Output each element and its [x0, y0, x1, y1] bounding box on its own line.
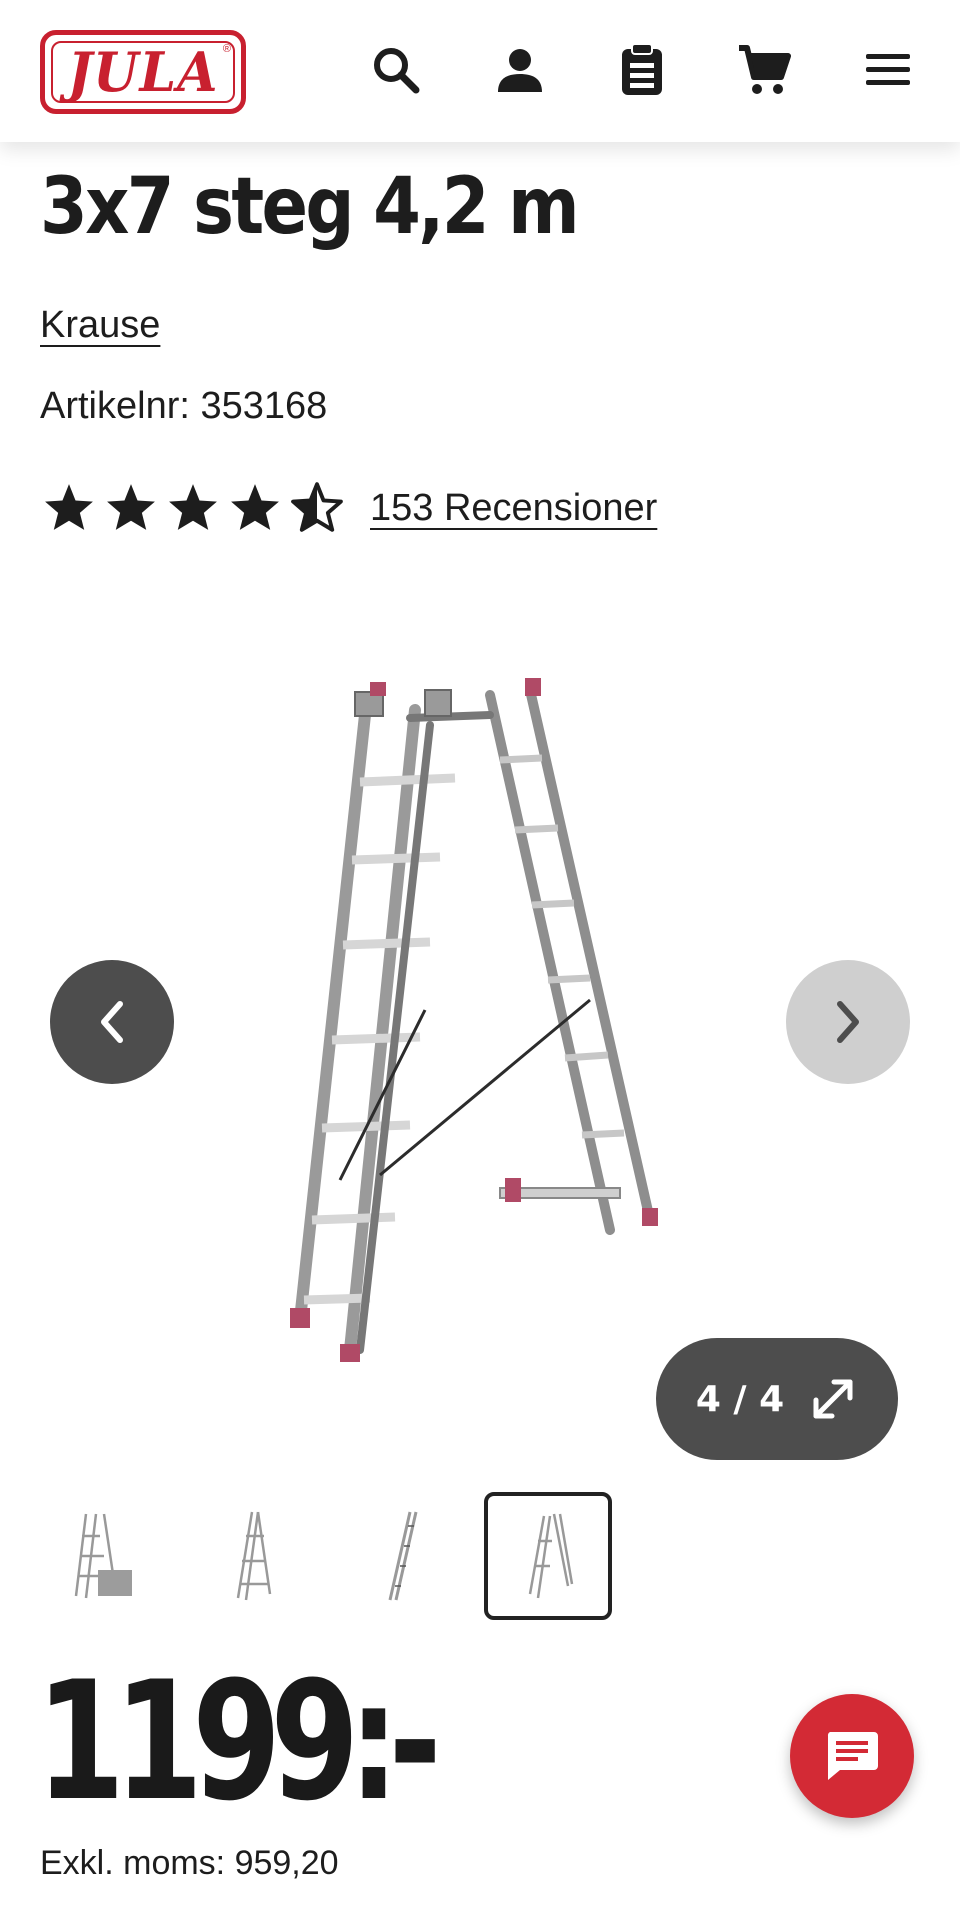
chat-icon — [827, 1732, 878, 1780]
gallery-counter-button[interactable]: 4 / 4 — [656, 1338, 898, 1460]
logo-registered-mark: ® — [222, 43, 231, 55]
chat-button[interactable] — [790, 1694, 914, 1818]
menu-icon[interactable] — [858, 40, 918, 100]
star-icon — [45, 484, 93, 530]
product-price: 1199:- — [36, 1646, 442, 1837]
price-excl-vat: Exkl. moms: 959,20 — [40, 1844, 339, 1882]
thumbnail-3[interactable] — [336, 1492, 464, 1620]
thumbnail-1[interactable] — [40, 1492, 168, 1620]
half-star-icon — [291, 482, 343, 532]
chevron-left-icon — [101, 1001, 123, 1043]
expand-icon — [813, 1379, 853, 1419]
cart-icon[interactable] — [734, 40, 794, 100]
gallery-next-button[interactable] — [786, 960, 910, 1084]
thumbnail-4[interactable] — [484, 1492, 612, 1620]
star-icon — [169, 484, 217, 530]
rating-stars[interactable] — [42, 482, 344, 532]
jula-logo[interactable]: JULA ® — [40, 30, 246, 114]
star-icon — [231, 484, 279, 530]
logo-text: JULA — [67, 39, 219, 105]
reviews-link[interactable]: 153 Recensioner — [370, 487, 657, 530]
chevron-right-icon — [837, 1001, 859, 1043]
user-icon[interactable] — [490, 40, 550, 100]
gallery-counter-text: 4 / 4 — [695, 1378, 785, 1420]
thumbnail-2[interactable] — [188, 1492, 316, 1620]
gallery-prev-button[interactable] — [50, 960, 174, 1084]
clipboard-icon[interactable] — [612, 40, 672, 100]
star-icon — [107, 484, 155, 530]
search-icon[interactable] — [366, 40, 426, 100]
article-number: Artikelnr: 353168 — [40, 385, 328, 427]
product-image-ladder[interactable] — [260, 660, 700, 1380]
brand-link[interactable]: Krause — [40, 304, 160, 347]
product-title: 3x7 steg 4,2 m — [40, 162, 580, 252]
thumbnail-strip — [40, 1492, 612, 1620]
site-header: JULA ® — [0, 0, 960, 142]
